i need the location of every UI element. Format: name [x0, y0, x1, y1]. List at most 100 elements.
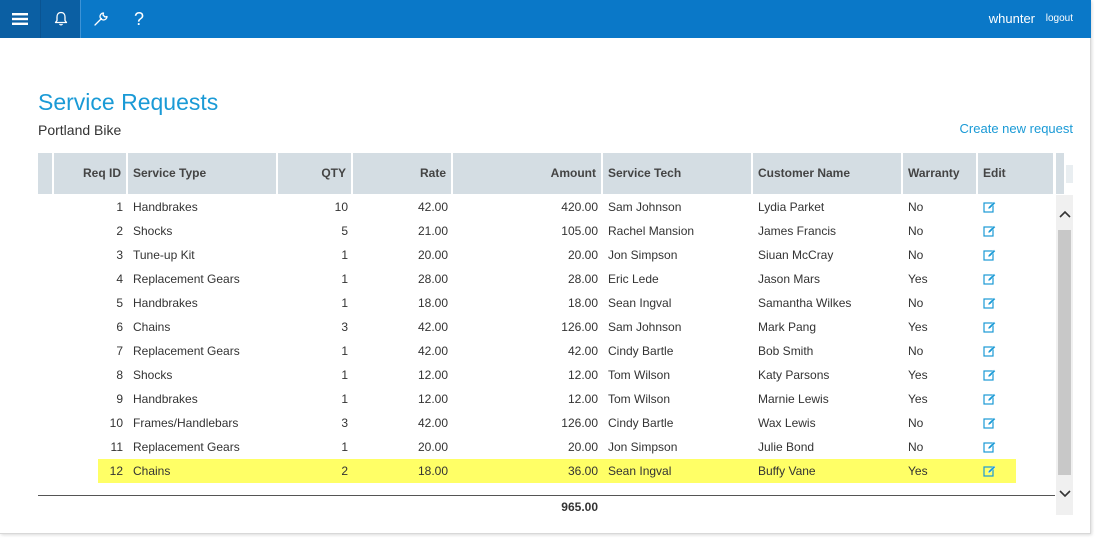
edit-pencil-icon [983, 201, 996, 213]
table-row[interactable]: 3 Tune-up Kit 1 20.00 20.00 Jon Simpson Siuan … [38, 243, 1055, 267]
table-row[interactable]: 6 Chains 3 42.00 126.00 Sam Johnson Mark Pang Y… [38, 315, 1055, 339]
cell-customer-name: Lydia Parket [758, 200, 825, 214]
notifications-button[interactable] [40, 0, 81, 38]
cell-qty: 1 [341, 248, 348, 262]
table-row[interactable]: 11 Replacement Gears 1 20.00 20.00 Jon Simpso… [38, 435, 1055, 459]
cell-service-type: Frames/Handlebars [133, 416, 239, 430]
cell-service-type: Shocks [133, 224, 173, 238]
edit-button[interactable] [978, 363, 1055, 387]
cell-service-tech: Jon Simpson [608, 248, 678, 262]
cell-rate: 12.00 [417, 368, 448, 382]
edit-button[interactable] [978, 243, 1055, 267]
cell-service-tech: Sean Ingval [608, 464, 672, 478]
cell-customer-name: Bob Smith [758, 344, 814, 358]
cell-service-type: Replacement Gears [133, 272, 240, 286]
table-row[interactable]: 12 Chains 2 18.00 36.00 Sean Ingval Buffy Vane… [38, 459, 1055, 483]
cell-service-tech: Rachel Mansion [608, 224, 695, 238]
edit-pencil-icon [983, 369, 996, 381]
table-row[interactable]: 2 Shocks 5 21.00 105.00 Rachel Mansion James F… [38, 219, 1055, 243]
cell-service-tech: Jon Simpson [608, 440, 678, 454]
edit-button[interactable] [978, 291, 1055, 315]
edit-pencil-icon [983, 417, 996, 429]
cell-amount: 12.00 [567, 392, 598, 406]
table-row[interactable]: 4 Replacement Gears 1 28.00 28.00 Eric Lede Ja… [38, 267, 1055, 291]
column-header-edit[interactable]: Edit [978, 153, 1055, 194]
column-header-service-type[interactable]: Service Type [128, 153, 278, 194]
table-row[interactable]: 8 Shocks 1 12.00 12.00 Tom Wilson Katy Parsons… [38, 363, 1055, 387]
edit-button[interactable] [978, 411, 1055, 435]
column-header-rate[interactable]: Rate [353, 153, 453, 194]
cell-req-id: 6 [116, 320, 123, 334]
edit-button[interactable] [978, 459, 1055, 483]
cell-rate: 42.00 [417, 200, 448, 214]
table-row[interactable]: 9 Handbrakes 1 12.00 12.00 Tom Wilson Marnie L… [38, 387, 1055, 411]
column-header-qty[interactable]: QTY [278, 153, 353, 194]
column-header-customer-name[interactable]: Customer Name [753, 153, 903, 194]
cell-service-tech: Sean Ingval [608, 296, 672, 310]
table-row[interactable]: 10 Frames/Handlebars 3 42.00 126.00 Cindy Bar… [38, 411, 1055, 435]
cell-service-type: Replacement Gears [133, 344, 240, 358]
column-header-service-tech[interactable]: Service Tech [603, 153, 753, 194]
edit-pencil-icon [983, 393, 996, 405]
cell-qty: 1 [341, 392, 348, 406]
cell-service-type: Handbrakes [133, 296, 198, 310]
table-row[interactable]: 5 Handbrakes 1 18.00 18.00 Sean Ingval Samanth… [38, 291, 1055, 315]
cell-warranty: No [908, 224, 924, 238]
grid-header: Req ID Service Type QTY Rate Amount Serv… [38, 153, 1055, 194]
column-header-amount[interactable]: Amount [453, 153, 603, 194]
edit-button[interactable] [978, 267, 1055, 291]
cell-req-id: 1 [116, 200, 123, 214]
cell-rate: 28.00 [417, 272, 448, 286]
settings-button[interactable] [80, 0, 121, 38]
help-button[interactable]: ? [119, 0, 159, 38]
cell-service-type: Replacement Gears [133, 440, 240, 454]
cell-qty: 1 [341, 440, 348, 454]
top-bar: ? whunter logout [0, 0, 1091, 38]
cell-customer-name: Marnie Lewis [758, 392, 829, 406]
table-row[interactable]: 1 Handbrakes 10 42.00 420.00 Sam Johnson Lydia… [38, 195, 1055, 219]
edit-button[interactable] [978, 339, 1055, 363]
cell-warranty: No [908, 344, 924, 358]
scroll-down-button[interactable] [1056, 483, 1073, 505]
cell-rate: 21.00 [417, 224, 448, 238]
edit-pencil-icon [983, 345, 996, 357]
edit-button[interactable] [978, 219, 1055, 243]
cell-qty: 1 [341, 296, 348, 310]
cell-warranty: Yes [908, 272, 928, 286]
column-header-req-id[interactable]: Req ID [54, 153, 128, 194]
hamburger-menu-button[interactable] [0, 0, 40, 38]
vertical-scrollbar[interactable] [1056, 195, 1073, 515]
cell-rate: 20.00 [417, 440, 448, 454]
cell-customer-name: Julie Bond [758, 440, 815, 454]
hamburger-menu-icon [12, 13, 28, 25]
cell-customer-name: Jason Mars [758, 272, 821, 286]
username: whunter [988, 11, 1035, 26]
create-new-request-link[interactable]: Create new request [960, 121, 1073, 136]
cell-service-tech: Tom Wilson [608, 392, 671, 406]
scroll-thumb[interactable] [1058, 230, 1071, 475]
edit-pencil-icon [983, 465, 996, 477]
edit-button[interactable] [978, 387, 1055, 411]
column-header-warranty[interactable]: Warranty [903, 153, 978, 194]
cell-customer-name: Wax Lewis [758, 416, 816, 430]
cell-service-type: Handbrakes [133, 392, 198, 406]
edit-button[interactable] [978, 435, 1055, 459]
edit-button[interactable] [978, 315, 1055, 339]
scroll-up-button[interactable] [1056, 203, 1073, 225]
cell-amount: 28.00 [567, 272, 598, 286]
cell-customer-name: James Francis [758, 224, 837, 238]
logout-link[interactable]: logout [1046, 13, 1073, 24]
cell-warranty: Yes [908, 464, 928, 478]
edit-pencil-icon [983, 297, 996, 309]
cell-service-tech: Sam Johnson [608, 320, 682, 334]
cell-qty: 1 [341, 344, 348, 358]
edit-button[interactable] [978, 195, 1055, 219]
edit-pencil-icon [983, 321, 996, 333]
cell-warranty: Yes [908, 368, 928, 382]
cell-service-type: Chains [133, 464, 171, 478]
row-selector-header [38, 153, 54, 194]
table-row[interactable]: 7 Replacement Gears 1 42.00 42.00 Cindy Bartl… [38, 339, 1055, 363]
cell-req-id: 3 [116, 248, 123, 262]
cell-amount: 105.00 [561, 224, 598, 238]
cell-amount: 420.00 [561, 200, 598, 214]
